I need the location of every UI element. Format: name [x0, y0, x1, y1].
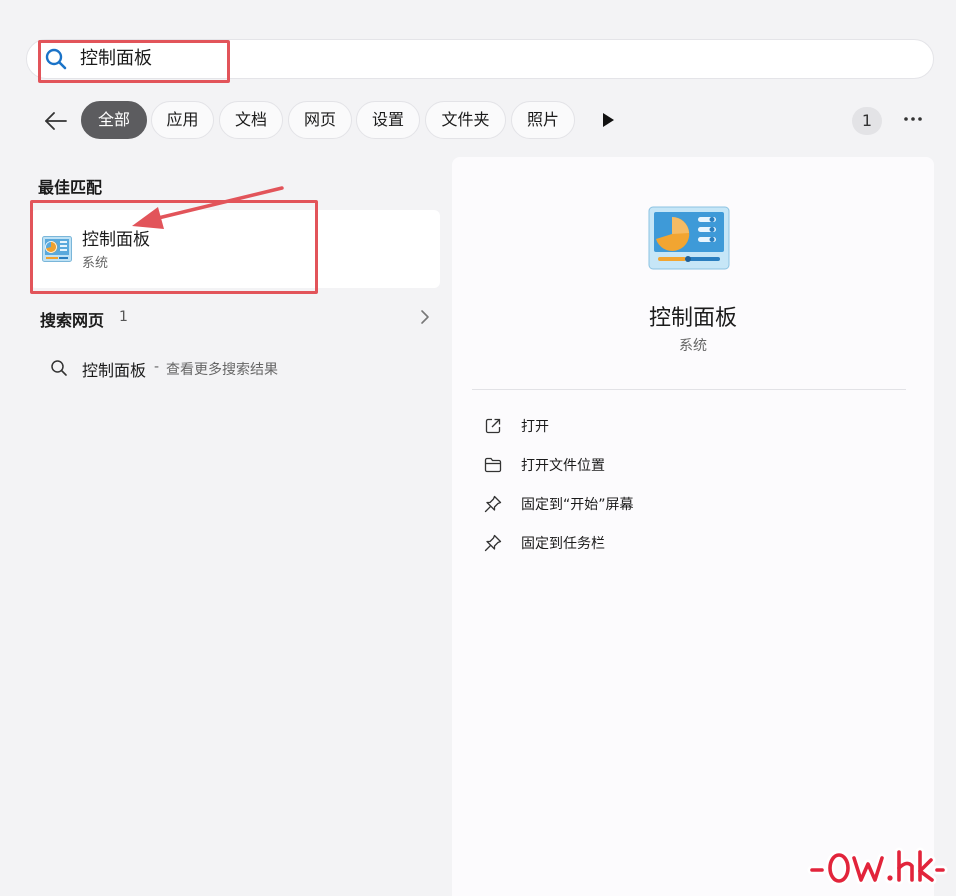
filter-chip-folders[interactable]: 文件夹 — [425, 101, 506, 139]
play-icon — [603, 113, 614, 127]
action-open-file-location[interactable]: 打开文件位置 — [474, 448, 894, 482]
ellipsis-icon — [904, 117, 922, 121]
watermark-logo — [806, 846, 948, 890]
best-match-heading: 最佳匹配 — [38, 178, 103, 197]
action-pin-to-taskbar[interactable]: 固定到任务栏 — [474, 526, 894, 560]
web-search-heading: 搜索网页 — [40, 311, 105, 330]
pin-icon — [484, 534, 502, 552]
annotation-arrow — [132, 186, 284, 229]
web-search-count: 1 — [119, 309, 128, 325]
web-search-expand-button[interactable] — [418, 307, 432, 327]
filter-chip-apps[interactable]: 应用 — [151, 101, 214, 139]
web-search-separator: - — [154, 359, 160, 375]
back-button[interactable] — [40, 105, 72, 137]
search-icon — [50, 359, 68, 377]
action-open-label: 打开 — [521, 419, 549, 435]
web-search-more-results: 查看更多搜索结果 — [166, 362, 278, 378]
chevron-right-icon — [421, 310, 429, 324]
detail-app-name: 控制面板 — [648, 306, 737, 331]
web-search-query: 控制面板 — [82, 361, 147, 380]
filter-chip-all[interactable]: 全部 — [81, 101, 147, 139]
action-pin-to-taskbar-label: 固定到任务栏 — [521, 536, 605, 552]
action-open-file-location-label: 打开文件位置 — [521, 458, 605, 474]
result-count-badge: 1 — [852, 107, 882, 135]
pin-icon — [484, 495, 502, 513]
action-pin-to-start-label: 固定到“开始”屏幕 — [521, 497, 634, 513]
filter-chip-web[interactable]: 网页 — [288, 101, 352, 139]
filter-chip-photos[interactable]: 照片 — [511, 101, 575, 139]
action-open[interactable]: 打开 — [474, 409, 894, 443]
folder-icon — [484, 456, 502, 474]
more-filters-button[interactable] — [600, 112, 616, 128]
control-panel-icon — [648, 206, 730, 270]
detail-divider — [472, 389, 906, 390]
action-pin-to-start[interactable]: 固定到“开始”屏幕 — [474, 487, 894, 521]
more-options-button[interactable] — [898, 104, 928, 134]
search-highlight-box — [38, 40, 230, 83]
detail-app-type: 系统 — [679, 338, 707, 354]
open-external-icon — [484, 417, 502, 435]
filter-chip-settings[interactable]: 设置 — [356, 101, 420, 139]
arrow-left-icon — [45, 112, 67, 130]
filter-chip-documents[interactable]: 文档 — [219, 101, 283, 139]
